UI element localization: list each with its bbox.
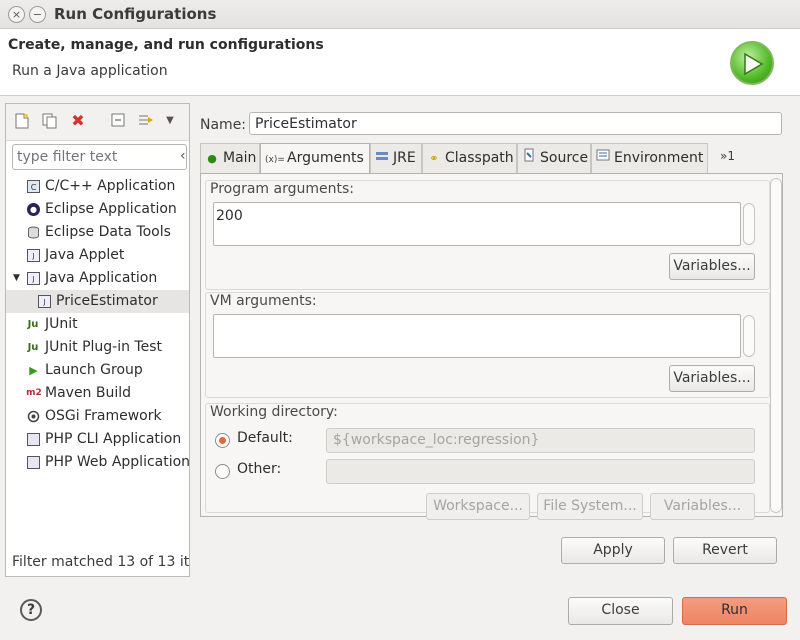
workspace-button[interactable]: Workspace... [426,493,530,520]
default-directory-field: ${workspace_loc:regression} [326,428,755,453]
header-subtitle: Run a Java application [12,63,168,79]
filter-configs-icon[interactable] [138,113,154,129]
sidebar-item-launch-group[interactable]: ▶ Launch Group [6,359,189,382]
close-button[interactable]: Close [568,597,673,625]
other-directory-field [326,459,755,484]
workdir-variables-button[interactable]: Variables... [650,493,755,520]
working-directory-label: Working directory: [210,404,338,420]
database-icon [27,226,40,239]
program-arguments-group: Program arguments: 200 Variables... [205,180,770,290]
arguments-tab-icon: (x)= [265,155,285,165]
help-icon[interactable]: ? [20,599,42,621]
php-cli-icon [27,433,40,446]
tab-environment[interactable]: Environment [591,143,708,173]
dialog-header: Create, manage, and run configurations R… [0,29,800,96]
junit-icon: Ju [27,319,39,330]
sidebar-toolbar: ✖ ▼ [6,104,189,141]
vm-arguments-label: VM arguments: [210,293,317,309]
sidebar-item-eclipse-application[interactable]: ● Eclipse Application [6,198,189,221]
name-label: Name: [200,117,247,133]
other-radio[interactable] [215,464,230,479]
tab-arguments[interactable]: (x)= Arguments [260,143,370,174]
sidebar-item-maven-build[interactable]: m2 Maven Build [6,382,189,405]
duplicate-config-icon[interactable] [42,113,58,129]
php-web-icon [27,456,40,469]
tab-main[interactable]: ● Main [200,143,260,173]
tab-classpath[interactable]: ⚭ Classpath [422,143,517,173]
other-label: Other: [237,461,282,477]
name-field[interactable] [249,112,782,135]
sidebar-item-php-cli-application[interactable]: PHP CLI Application [6,428,189,451]
sidebar-item-eclipse-data-tools[interactable]: Eclipse Data Tools [6,221,189,244]
expanded-triangle-icon[interactable]: ▼ [10,272,23,285]
program-arguments-scrollbar[interactable] [743,203,755,245]
minimize-window-button[interactable]: − [29,6,46,23]
cpp-app-icon: C [27,180,40,193]
main-tab-icon: ● [207,152,217,165]
working-directory-group: Working directory: Default: ${workspace_… [205,403,770,520]
vm-arguments-textarea[interactable] [213,314,741,358]
java-applet-icon: J [27,249,40,262]
sidebar-item-php-web-application[interactable]: PHP Web Application [6,451,190,474]
run-banner-icon [730,41,774,85]
tab-jre[interactable]: JRE [370,143,422,173]
sidebar-item-osgi-framework[interactable]: OSGi Framework [6,405,189,428]
filter-status: Filter matched 13 of 13 items [12,554,190,570]
collapse-all-icon[interactable] [110,113,126,129]
clear-filter-icon[interactable]: ‹ [180,148,186,164]
delete-config-icon[interactable]: ✖ [70,113,86,129]
file-system-button[interactable]: File System... [537,493,643,520]
more-tabs-indicator[interactable]: »1 [720,149,735,163]
new-config-icon[interactable] [14,113,30,129]
config-type-panel: ✖ ▼ ‹ C C/C++ Application ● Eclipse Appl… [5,103,190,577]
config-editor: Name: ●Main (x)=Arguments JRE ⚭Classpath… [193,103,790,577]
junit-plugin-icon: Ju [27,342,39,353]
default-radio[interactable] [215,433,230,448]
program-arguments-label: Program arguments: [210,181,354,197]
java-app-icon: J [27,272,40,285]
vm-variables-button[interactable]: Variables... [669,365,755,392]
title-bar: × − Run Configurations [0,0,800,29]
sidebar-item-junit-plugin-test[interactable]: Ju JUnit Plug-in Test [6,336,189,359]
source-tab-icon [522,148,536,162]
apply-button[interactable]: Apply [561,537,665,564]
osgi-icon [27,410,40,423]
filter-input[interactable] [12,144,187,170]
view-menu-chevron-icon[interactable]: ▼ [162,113,178,129]
program-arguments-textarea[interactable]: 200 [213,202,741,246]
program-variables-button[interactable]: Variables... [669,253,755,280]
launch-group-icon: ▶ [29,364,38,377]
vm-arguments-scrollbar[interactable] [743,315,755,357]
tab-content-scrollbar[interactable] [770,178,782,513]
header-title: Create, manage, and run configurations [8,37,324,53]
vm-arguments-group: VM arguments: Variables... [205,292,770,398]
environment-tab-icon [596,148,610,162]
close-window-button[interactable]: × [8,6,25,23]
java-config-icon: J [38,295,51,308]
jre-tab-icon [375,150,389,164]
tab-source[interactable]: Source [517,143,591,173]
classpath-tab-icon: ⚭ [429,152,439,165]
revert-button[interactable]: Revert [673,537,777,564]
config-tabs: ● Main (x)= Arguments JRE ⚭ Classpath Sourc… [200,143,776,174]
eclipse-icon: ● [27,203,40,216]
sidebar-item-java-application[interactable]: ▼ J Java Application [6,267,189,290]
window-title: Run Configurations [54,5,217,23]
maven-icon: m2 [26,388,42,398]
sidebar-item-java-applet[interactable]: J Java Applet [6,244,189,267]
sidebar-item-cpp-application[interactable]: C C/C++ Application [6,175,189,198]
sidebar-item-junit[interactable]: Ju JUnit [6,313,189,336]
sidebar-item-priceestimator[interactable]: J PriceEstimator [6,290,189,313]
default-label: Default: [237,430,293,446]
run-button[interactable]: Run [682,597,787,625]
arguments-tab-content: Program arguments: 200 Variables... VM a… [200,173,783,520]
